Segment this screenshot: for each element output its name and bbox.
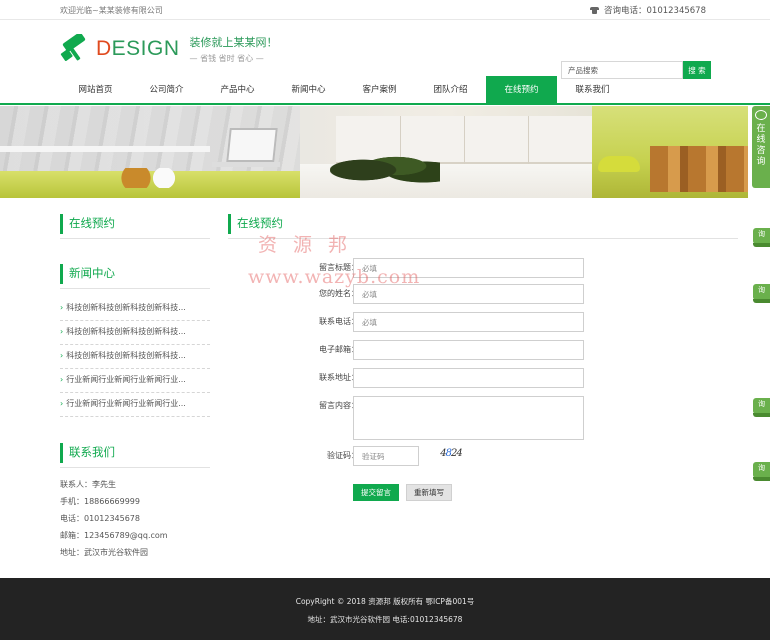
phone-label: 联系电话：	[319, 317, 359, 326]
phone-input[interactable]	[353, 312, 584, 332]
arrow-right-icon: ›	[60, 375, 64, 384]
float-consult-tab[interactable]: 询	[753, 284, 770, 303]
captcha-image[interactable]: 4824	[436, 446, 466, 462]
hero-banner	[0, 106, 748, 198]
form-row-captcha: 验证码： 4824	[228, 446, 738, 466]
slogan-main: 装修就上某某网！	[189, 36, 278, 49]
watermark-text: 资源邦	[258, 234, 364, 256]
contact-info: 联系人：李先生 手机：18866669999 电话：01012345678 邮箱…	[60, 476, 210, 561]
nav-item-about[interactable]: 公司简介	[131, 76, 202, 105]
watermark-url: www.wazyb.com	[248, 266, 421, 288]
form-row-phone: 联系电话：	[228, 312, 738, 332]
sidebar-contact-title: 联系我们	[60, 443, 210, 463]
nav-item-booking[interactable]: 在线预约	[486, 76, 557, 105]
contact-tel: 电话：01012345678	[60, 514, 140, 523]
contact-email: 邮箱：123456789@qq.com	[60, 531, 168, 540]
nav-item-products[interactable]: 产品中心	[202, 76, 273, 105]
email-input[interactable]	[353, 340, 584, 360]
divider	[60, 238, 210, 239]
email-label: 电子邮箱：	[319, 345, 359, 354]
nav-item-team[interactable]: 团队介绍	[415, 76, 486, 105]
arrow-right-icon: ›	[60, 327, 64, 336]
contact-person: 联系人：李先生	[60, 480, 116, 489]
news-item[interactable]: › 科技创新科技创新科技创新科技...	[60, 297, 210, 321]
arrow-right-icon: ›	[60, 303, 64, 312]
content-textarea[interactable]	[353, 396, 584, 440]
news-item[interactable]: › 科技创新科技创新科技创新科技...	[60, 321, 210, 345]
footer: CopyRight © 2018 资源邦 版权所有 鄂ICP备001号 地址：武…	[0, 578, 770, 640]
reset-button[interactable]: 重新填写	[406, 484, 452, 501]
sidebar-news-title: 新闻中心	[60, 264, 210, 284]
welcome-text: 欢迎光临~某某装修有限公司	[60, 6, 163, 15]
form-row-email: 电子邮箱：	[228, 340, 738, 360]
nav-item-home[interactable]: 网站首页	[60, 76, 131, 105]
divider	[60, 467, 210, 468]
content-label: 留言内容：	[319, 401, 359, 410]
form-row-address: 联系地址：	[228, 368, 738, 388]
news-item[interactable]: › 行业新闻行业新闻行业新闻行业...	[60, 369, 210, 393]
phone-icon	[590, 6, 599, 14]
logo-text: DESIGN	[96, 37, 180, 60]
nav-item-news[interactable]: 新闻中心	[273, 76, 344, 105]
slogan: 装修就上某某网！ — 省钱 省时 省心 —	[190, 34, 278, 64]
nav-item-cases[interactable]: 客户案例	[344, 76, 415, 105]
nav-item-contact[interactable]: 联系我们	[557, 76, 628, 105]
news-list: › 科技创新科技创新科技创新科技... › 科技创新科技创新科技创新科技... › 科…	[60, 297, 210, 417]
top-phone: 咨询电话：01012345678	[590, 4, 706, 16]
arrow-right-icon: ›	[60, 399, 64, 408]
captcha-label: 验证码：	[327, 451, 359, 460]
nav-list: 网站首页 公司简介 产品中心 新闻中心 客户案例 团队介绍 在线预约 联系我们	[60, 76, 628, 105]
online-consult-label: 在线咨询	[756, 124, 766, 167]
contact-mobile: 手机：18866669999	[60, 497, 140, 506]
name-label: 您的姓名：	[319, 289, 359, 298]
arrow-right-icon: ›	[60, 351, 64, 360]
float-consult-tab[interactable]: 询	[753, 462, 770, 481]
sidebar-booking-title[interactable]: 在线预约	[60, 214, 210, 234]
main-nav: 网站首页 公司简介 产品中心 新闻中心 客户案例 团队介绍 在线预约 联系我们	[0, 76, 770, 105]
slogan-sub: — 省钱 省时 省心 —	[189, 54, 264, 63]
chat-bubble-icon	[755, 110, 767, 120]
address-label: 联系地址：	[319, 373, 359, 382]
contact-address: 地址：武汉市光谷软件园	[60, 548, 148, 557]
site-logo[interactable]: DESIGN 装修就上某某网！ — 省钱 省时 省心 —	[60, 34, 278, 64]
footer-copyright: CopyRight © 2018 资源邦 版权所有 鄂ICP备001号	[295, 597, 475, 606]
float-consult-tab[interactable]: 询	[753, 228, 770, 247]
news-item[interactable]: › 科技创新科技创新科技创新科技...	[60, 345, 210, 369]
divider	[60, 288, 210, 289]
float-consult-tab[interactable]: 询	[753, 398, 770, 417]
captcha-input[interactable]	[353, 446, 419, 466]
left-sidebar: 在线预约 新闻中心 › 科技创新科技创新科技创新科技... › 科技创新科技创新科技…	[60, 214, 210, 561]
submit-button[interactable]: 提交留言	[353, 484, 399, 501]
paint-roller-icon	[60, 34, 86, 61]
news-item[interactable]: › 行业新闻行业新闻行业新闻行业...	[60, 393, 210, 417]
address-input[interactable]	[353, 368, 584, 388]
form-row-content: 留言内容：	[228, 396, 738, 440]
top-phone-label: 咨询电话：01012345678	[604, 6, 706, 16]
footer-address: 地址：武汉市光谷软件园 电话:01012345678	[307, 615, 463, 624]
header: DESIGN 装修就上某某网！ — 省钱 省时 省心 — 搜 索	[0, 20, 770, 79]
top-bar: 欢迎光临~某某装修有限公司 咨询电话：01012345678	[0, 0, 770, 20]
online-consult-tab[interactable]: 在线咨询	[752, 106, 770, 188]
